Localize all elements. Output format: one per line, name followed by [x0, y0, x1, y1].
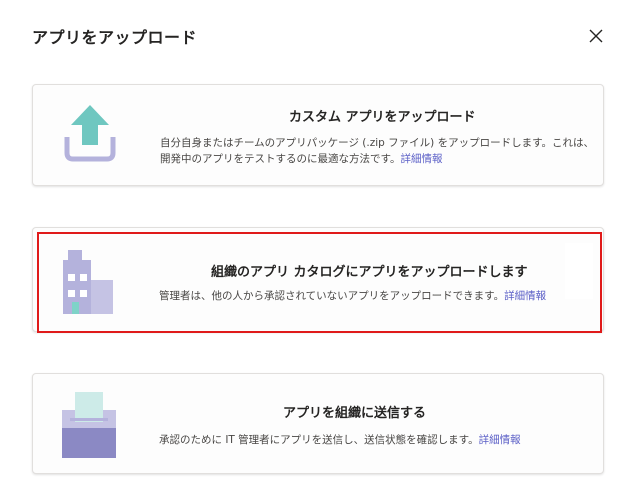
upload-custom-app-card[interactable]: カスタム アプリをアップロード 自分自身またはチームのアプリパッケージ (.zi… — [32, 84, 604, 186]
learn-more-link[interactable]: 詳細情報 — [400, 153, 442, 165]
learn-more-link[interactable]: 詳細情報 — [504, 290, 546, 302]
upload-icon — [64, 105, 116, 162]
submit-inbox-icon — [62, 392, 116, 458]
option-description: 自分自身またはチームのアプリパッケージ (.zip ファイル) をアップロードし… — [160, 137, 595, 165]
option-title: アプリを組織に送信する — [283, 406, 427, 421]
option-title: 組織のアプリ カタログにアプリをアップロードします — [211, 265, 528, 280]
learn-more-link[interactable]: 詳細情報 — [479, 434, 521, 446]
blank-panel — [565, 243, 593, 299]
submit-to-org-card[interactable]: アプリを組織に送信する 承認のために IT 管理者にアプリを送信し、送信状態を確… — [32, 373, 604, 474]
option-title: カスタム アプリをアップロード — [289, 110, 476, 125]
upload-org-catalog-card[interactable]: 組織のアプリ カタログにアプリをアップロードします 管理者は、他の人から承認され… — [32, 227, 604, 332]
close-icon[interactable] — [584, 24, 608, 48]
option-description: 管理者は、他の人から承認されていないアプリをアップロードできます。詳細情報 — [159, 290, 547, 302]
option-description: 承認のために IT 管理者にアプリを送信し、送信状態を確認します。詳細情報 — [159, 434, 521, 446]
dialog-title: アプリをアップロード — [32, 28, 198, 47]
building-icon — [63, 250, 113, 314]
